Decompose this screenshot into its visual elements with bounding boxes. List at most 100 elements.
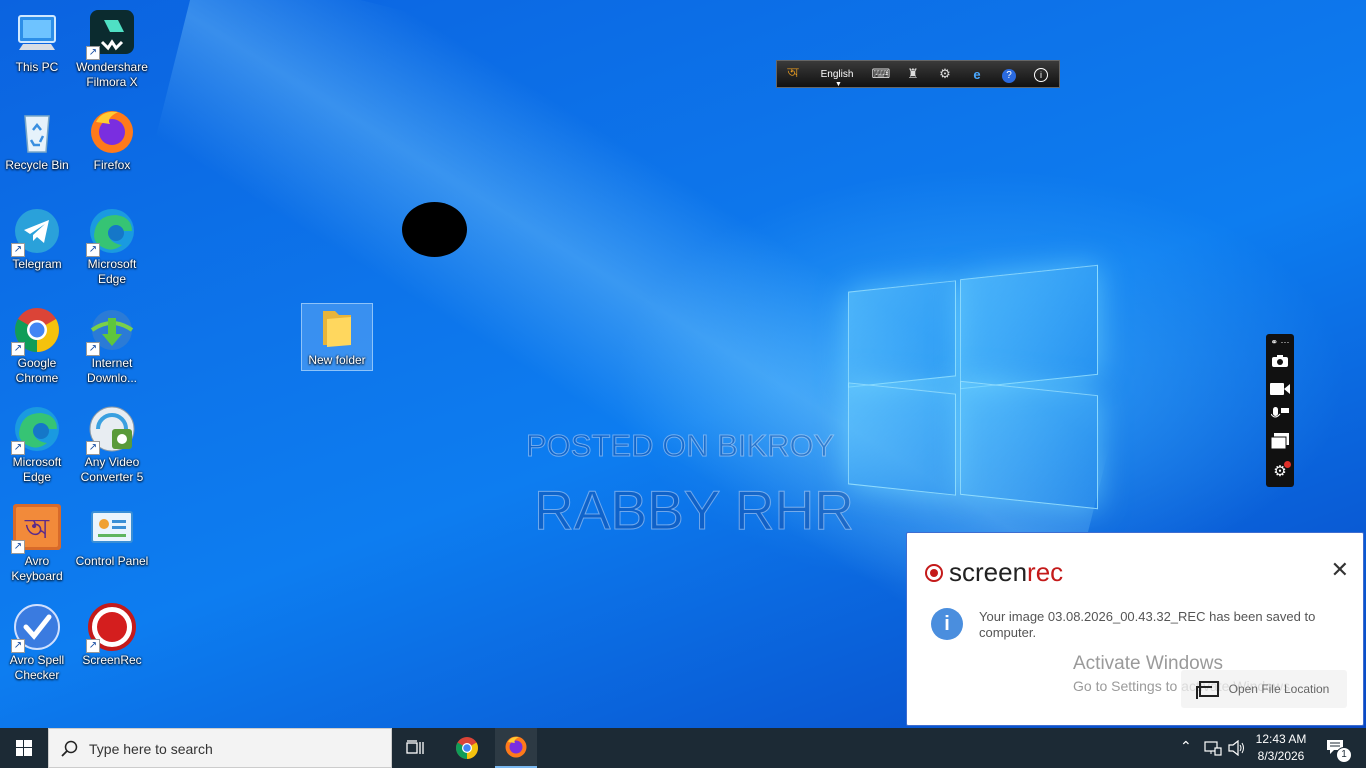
- idm-icon: ↗: [86, 306, 136, 356]
- notification-count-badge: 1: [1336, 747, 1352, 763]
- desktop-icon-label: Control Panel: [75, 554, 149, 568]
- gear-icon[interactable]: ⚙: [929, 66, 961, 82]
- desktop-icon-telegram[interactable]: ↗ Telegram: [0, 207, 74, 272]
- avro-icon: অ ↗: [11, 504, 61, 554]
- folder-icon: [313, 307, 361, 355]
- close-icon[interactable]: ✕: [1331, 559, 1349, 581]
- layout-viewer-icon[interactable]: ♜: [897, 66, 929, 82]
- chrome-icon: ↗: [11, 306, 61, 356]
- desktop-icon-label: Any Video Converter 5: [80, 455, 144, 484]
- desktop-icon-label: This PC: [15, 60, 59, 74]
- desktop-icon-edge-2[interactable]: ↗ Microsoft Edge: [0, 405, 74, 485]
- desktop-icon-label: Microsoft Edge: [12, 455, 62, 484]
- screenrec-sidebar: ⚭ ··· ⚙: [1266, 334, 1294, 487]
- watermark-line2: RABBY RHR: [534, 479, 855, 542]
- desktop-icon-firefox[interactable]: Firefox: [75, 108, 149, 173]
- video-converter-icon: ↗: [86, 405, 136, 455]
- search-placeholder: Type here to search: [89, 741, 213, 757]
- link-menu-icon[interactable]: ⚭ ···: [1266, 334, 1294, 350]
- taskbar-chrome[interactable]: [446, 728, 488, 768]
- desktop-icon-label: Wondershare Filmora X: [76, 60, 148, 89]
- desktop-icon-screenrec[interactable]: ↗ ScreenRec: [75, 603, 149, 668]
- record-logo-icon: [925, 563, 943, 582]
- desktop-icon-control-panel[interactable]: Control Panel: [75, 504, 149, 569]
- show-hidden-icons[interactable]: ⌃: [1180, 738, 1192, 755]
- desktop-icon-recycle-bin[interactable]: Recycle Bin: [0, 108, 74, 173]
- action-center-button[interactable]: 1: [1318, 728, 1358, 768]
- notification-message: Your image 03.08.2026_00.43.32_REC has b…: [979, 609, 1316, 640]
- clock-time: 12:43 AM: [1255, 732, 1307, 746]
- filmora-icon: ↗: [86, 10, 136, 60]
- network-icon[interactable]: [1204, 740, 1222, 761]
- keyboard-layout-icon[interactable]: ⌨: [865, 66, 897, 82]
- info-icon: i: [931, 608, 963, 640]
- clock[interactable]: 12:43 AM 8/3/2026: [1250, 731, 1312, 765]
- watermark-line1: POSTED ON BIKROY: [525, 428, 835, 464]
- task-view-button[interactable]: [396, 728, 436, 768]
- desktop-icon-filmora[interactable]: ↗ Wondershare Filmora X: [75, 10, 149, 90]
- desktop-icon-label: Telegram: [12, 257, 62, 271]
- desktop-icon-label: New folder: [308, 353, 366, 367]
- desktop-icon-label: Firefox: [93, 158, 131, 172]
- help-icon[interactable]: ?: [993, 66, 1025, 83]
- edge-icon: ↗: [86, 207, 136, 257]
- svg-text:অ: অ: [24, 512, 50, 545]
- taskbar-firefox[interactable]: [495, 728, 537, 768]
- brand-prefix: screen: [949, 557, 1028, 587]
- web-icon[interactable]: e: [961, 67, 993, 82]
- screenrec-notification: screen rec ✕ i Your image 03.08.2026_00.4…: [906, 532, 1364, 726]
- search-icon: [61, 740, 78, 757]
- camera-icon[interactable]: [1266, 350, 1294, 377]
- desktop-icon-new-folder[interactable]: New folder: [301, 303, 373, 371]
- screenrec-icon: ↗: [86, 603, 136, 653]
- desktop-icon-label: Recycle Bin: [5, 158, 69, 172]
- desktop-icon-edge-1[interactable]: ↗ Microsoft Edge: [75, 207, 149, 287]
- info-icon[interactable]: i: [1025, 66, 1057, 82]
- firefox-icon: [505, 736, 527, 758]
- this-pc-icon: [13, 10, 61, 58]
- clock-date: 8/3/2026: [1257, 749, 1305, 763]
- edge-icon: ↗: [11, 405, 61, 455]
- taskbar: Type here to search ⌃ 12:43 AM 8/3/2026 …: [0, 728, 1366, 768]
- desktop: This PC ↗ Wondershare Filmora X Recycle …: [0, 0, 1366, 728]
- language-label: English: [820, 68, 854, 80]
- video-icon[interactable]: [1266, 377, 1294, 404]
- desktop-icon-label: Avro Spell Checker: [9, 653, 65, 682]
- telegram-icon: ↗: [11, 207, 61, 257]
- start-button[interactable]: [0, 728, 48, 768]
- desktop-icon-video-converter[interactable]: ↗ Any Video Converter 5: [75, 405, 149, 485]
- volume-icon[interactable]: [1228, 739, 1246, 761]
- desktop-icon-avro[interactable]: অ ↗ Avro Keyboard: [0, 504, 74, 584]
- desktop-icon-label: Avro Keyboard: [11, 554, 63, 583]
- open-file-location-button[interactable]: Open File Location: [1181, 670, 1347, 708]
- black-spot: [402, 202, 467, 257]
- desktop-icon-label: Internet Downlo...: [86, 356, 138, 385]
- desktop-icon-spell-checker[interactable]: ↗ Avro Spell Checker: [0, 603, 74, 683]
- screenrec-logo: screen rec: [925, 557, 1063, 588]
- badge-dot: [1284, 461, 1291, 468]
- folder-window-icon: [1195, 681, 1219, 699]
- gallery-icon[interactable]: [1266, 431, 1294, 458]
- desktop-icon-idm[interactable]: ↗ Internet Downlo...: [75, 306, 149, 386]
- desktop-icon-label: Google Chrome: [15, 356, 59, 385]
- desktop-icon-label: ScreenRec: [82, 653, 142, 667]
- control-panel-icon: [88, 504, 136, 552]
- chrome-icon: [456, 737, 478, 759]
- recycle-bin-icon: [13, 108, 61, 156]
- microphone-icon[interactable]: [1266, 404, 1294, 431]
- desktop-icon-label: Microsoft Edge: [87, 257, 137, 286]
- settings-icon[interactable]: ⚙: [1266, 458, 1294, 485]
- windows-start-icon: [16, 740, 32, 756]
- desktop-icon-this-pc[interactable]: This PC: [0, 10, 74, 75]
- brand-suffix: rec: [1027, 557, 1064, 587]
- avro-logo-icon[interactable]: অ: [777, 64, 809, 85]
- search-box[interactable]: Type here to search: [48, 728, 392, 768]
- avro-toolbar: অ English ▼ ⌨ ♜ ⚙ e ? i: [776, 60, 1060, 88]
- desktop-icon-chrome[interactable]: ↗ Google Chrome: [0, 306, 74, 386]
- spell-check-icon: ↗: [11, 603, 61, 653]
- windows-logo-wallpaper: [848, 258, 1098, 513]
- firefox-icon: [88, 108, 136, 156]
- language-selector[interactable]: English ▼: [809, 68, 865, 88]
- chevron-down-icon: ▼: [835, 80, 842, 88]
- open-file-location-label: Open File Location: [1228, 682, 1330, 696]
